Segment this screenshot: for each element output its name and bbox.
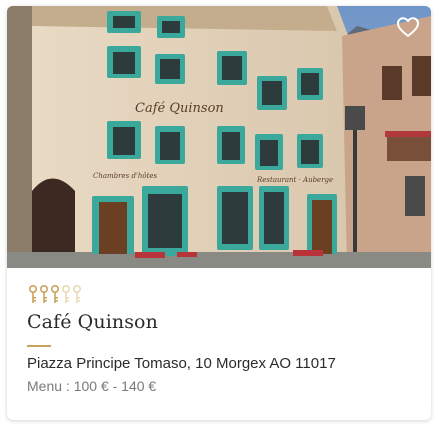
photo-sign-main: Café Quinson (135, 101, 224, 116)
photo-sign-right: Restaurant · Auberge (256, 176, 333, 184)
key-icon-filled (50, 284, 60, 303)
key-icon-empty (61, 284, 71, 303)
restaurant-card[interactable]: Café Quinson Chambres d'hôtes Restaurant… (7, 6, 431, 420)
title-divider (27, 345, 51, 347)
menu-price: Menu : 100 € - 140 € (27, 378, 157, 394)
key-icon-filled (28, 284, 38, 303)
restaurant-name[interactable]: Café Quinson (27, 311, 158, 333)
restaurant-address: Piazza Principe Tomaso, 10 Morgex AO 110… (27, 355, 336, 372)
key-icon-filled (39, 284, 49, 303)
restaurant-photo[interactable]: Café Quinson Chambres d'hôtes Restaurant… (7, 6, 431, 268)
heart-outline-icon[interactable] (395, 14, 421, 40)
photo-sign-left: Chambres d'hôtes (93, 172, 158, 180)
key-rating (28, 284, 82, 304)
key-icon-empty (72, 284, 82, 303)
